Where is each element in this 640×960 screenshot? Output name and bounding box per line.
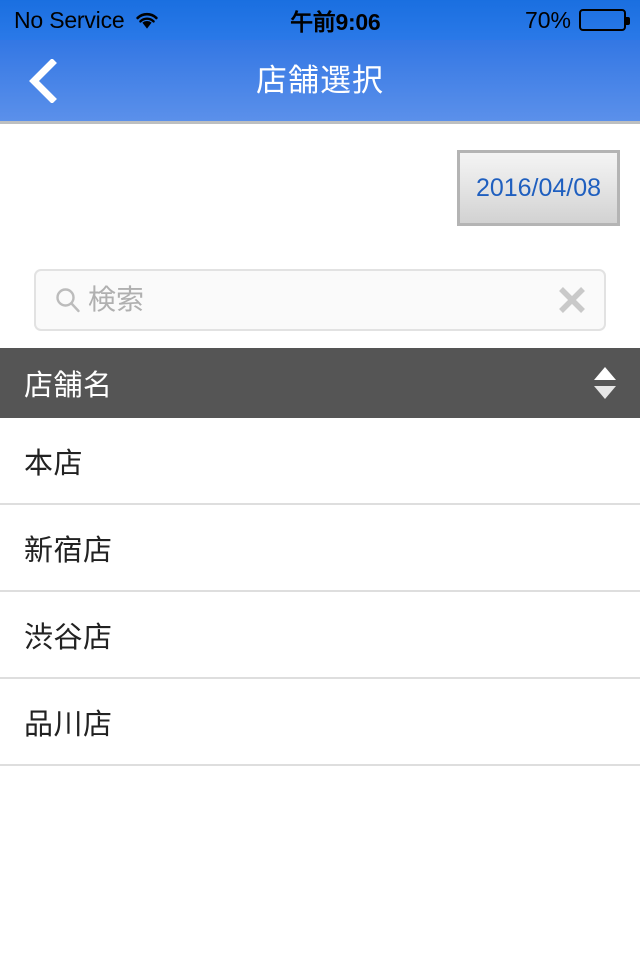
date-picker-button[interactable]: 2016/04/08 <box>457 150 620 226</box>
sort-updown-icon <box>594 367 616 399</box>
battery-icon <box>579 9 630 31</box>
store-list: 本店新宿店渋谷店品川店 <box>0 418 640 766</box>
list-item[interactable]: 品川店 <box>0 679 640 766</box>
list-item-label: 本店 <box>24 447 84 480</box>
list-item-label: 品川店 <box>24 708 113 741</box>
close-icon <box>559 287 585 313</box>
page-title: 店舗選択 <box>256 63 384 98</box>
table-column-header[interactable]: 店舗名 <box>0 348 640 418</box>
search-bar[interactable] <box>34 269 606 331</box>
list-item[interactable]: 渋谷店 <box>0 592 640 679</box>
search-icon-svg <box>56 288 80 313</box>
navigation-bar: 店舗選択 <box>0 40 640 124</box>
battery-percent-label: 70% <box>524 6 571 33</box>
list-item[interactable]: 本店 <box>0 418 640 505</box>
column-header-label: 店舗名 <box>24 370 113 402</box>
list-item-label: 新宿店 <box>24 534 113 567</box>
list-item[interactable]: 新宿店 <box>0 505 640 592</box>
list-item-label: 渋谷店 <box>24 621 113 654</box>
clear-search-button[interactable] <box>554 282 590 318</box>
search-icon <box>54 286 82 314</box>
status-bar: No Service 午前9:06 70% <box>0 0 640 40</box>
status-bar-right: 70% <box>524 6 630 33</box>
status-bar-left: No Service <box>14 6 160 33</box>
carrier-label: No Service <box>14 6 125 33</box>
sort-toggle-button[interactable] <box>592 364 618 402</box>
search-input[interactable] <box>88 284 554 316</box>
clock-label: 午前9:06 <box>290 9 381 35</box>
